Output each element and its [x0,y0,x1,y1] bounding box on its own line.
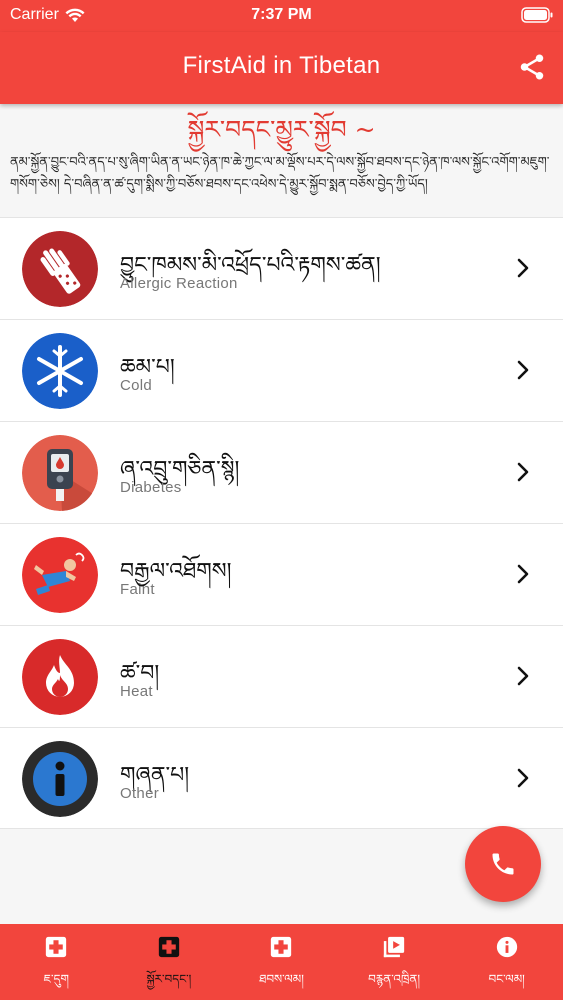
item-subtitle: Diabetes [120,479,182,496]
first-aid-icon [271,936,292,958]
bottom-nav: ཇ་དུག སྐྱོར་བདང་། ཐབས་ལམ། བརྙན་འཁྲིན། བང… [0,924,563,1000]
nav-item-3[interactable]: ཐབས་ལམ། [225,924,338,1000]
item-title: གཞན་པ། [120,763,190,788]
item-subtitle: Heat [120,683,153,700]
first-aid-icon [158,936,180,958]
intro-text: ནམ་སྐྱོན་བྱུང་བའི་ནད་པ་སུ་ཞིག་ཡིན་ན་ཡང་ཉ… [10,155,550,192]
nav-label: ཐབས་ལམ། [259,972,304,986]
info-icon [496,936,517,958]
nav-label: བརྙན་འཁྲིན། [368,972,421,986]
list-item-other[interactable]: གཞན་པ། Other [0,727,563,829]
nav-item-2[interactable]: སྐྱོར་བདང་། [113,924,226,1000]
item-subtitle: Faint [120,581,155,598]
item-title: ཆམ་པ། [120,355,175,380]
intro-section: སྐྱོར་བདང་མྱུར་སྐྱོབ ~ ནམ་སྐྱོན་བྱུང་བའི… [0,112,563,218]
phone-icon [492,853,514,875]
chevron-right-icon [517,462,529,482]
first-aid-icon [46,936,67,958]
list-item-cold[interactable]: ཆམ་པ། Cold [0,319,563,421]
item-title: བརྒྱལ་འཐོགས། [120,559,232,584]
chevron-right-icon [517,564,529,584]
status-bar: Carrier 7:37 PM [0,0,563,32]
nav-item-4[interactable]: བརྙན་འཁྲིན། [338,924,451,1000]
glucose-meter-icon [22,435,98,511]
topic-list: བྱུང་ཁམས་མི་འཕྲོད་པའི་རྟགས་ཚན། Allergic … [0,217,563,829]
video-library-icon [383,936,405,958]
item-title: ཚ་བ། [120,661,160,686]
item-subtitle: Allergic Reaction [120,275,238,292]
list-item-allergic-reaction[interactable]: བྱུང་ཁམས་མི་འཕྲོད་པའི་རྟགས་ཚན། Allergic … [0,217,563,319]
chevron-right-icon [517,666,529,686]
list-item-diabetes[interactable]: ཞ་འབྲུ་གཅིན་སྙི། Diabetes [0,421,563,523]
chevron-right-icon [517,360,529,380]
item-title: བྱུང་ཁམས་མི་འཕྲོད་པའི་རྟགས་ཚན། [120,253,381,278]
app-bar: FirstAid in Tibetan [0,32,563,104]
item-title: ཞ་འབྲུ་གཅིན་སྙི། [120,457,240,482]
item-subtitle: Other [120,785,160,802]
chevron-right-icon [517,768,529,788]
app-title: FirstAid in Tibetan [182,52,381,79]
nav-label: བང་ལམ། [488,972,525,986]
nav-label: སྐྱོར་བདང་། [146,972,192,986]
allergy-hand-icon [22,231,98,307]
app-screen: Carrier 7:37 PM FirstAid in Tibetan སྐྱོ… [0,0,563,1000]
nav-item-1[interactable]: ཇ་དུག [0,924,113,1000]
snowflake-icon [22,333,98,409]
list-item-faint[interactable]: བརྒྱལ་འཐོགས། Faint [0,523,563,625]
share-icon[interactable] [517,52,547,82]
nav-label: ཇ་དུག [43,972,69,986]
list-item-heat[interactable]: ཚ་བ། Heat [0,625,563,727]
item-subtitle: Cold [120,377,153,394]
intro-title: སྐྱོར་བདང་མྱུར་སྐྱོབ ~ [187,115,376,144]
battery-icon [521,7,553,23]
info-circle-icon [22,741,98,817]
nav-item-5[interactable]: བང་ལམ། [450,924,563,1000]
status-time: 7:37 PM [251,6,312,23]
flame-icon [22,639,98,715]
fainting-person-icon [22,537,98,613]
chevron-right-icon [517,258,529,278]
call-button[interactable] [465,826,541,902]
